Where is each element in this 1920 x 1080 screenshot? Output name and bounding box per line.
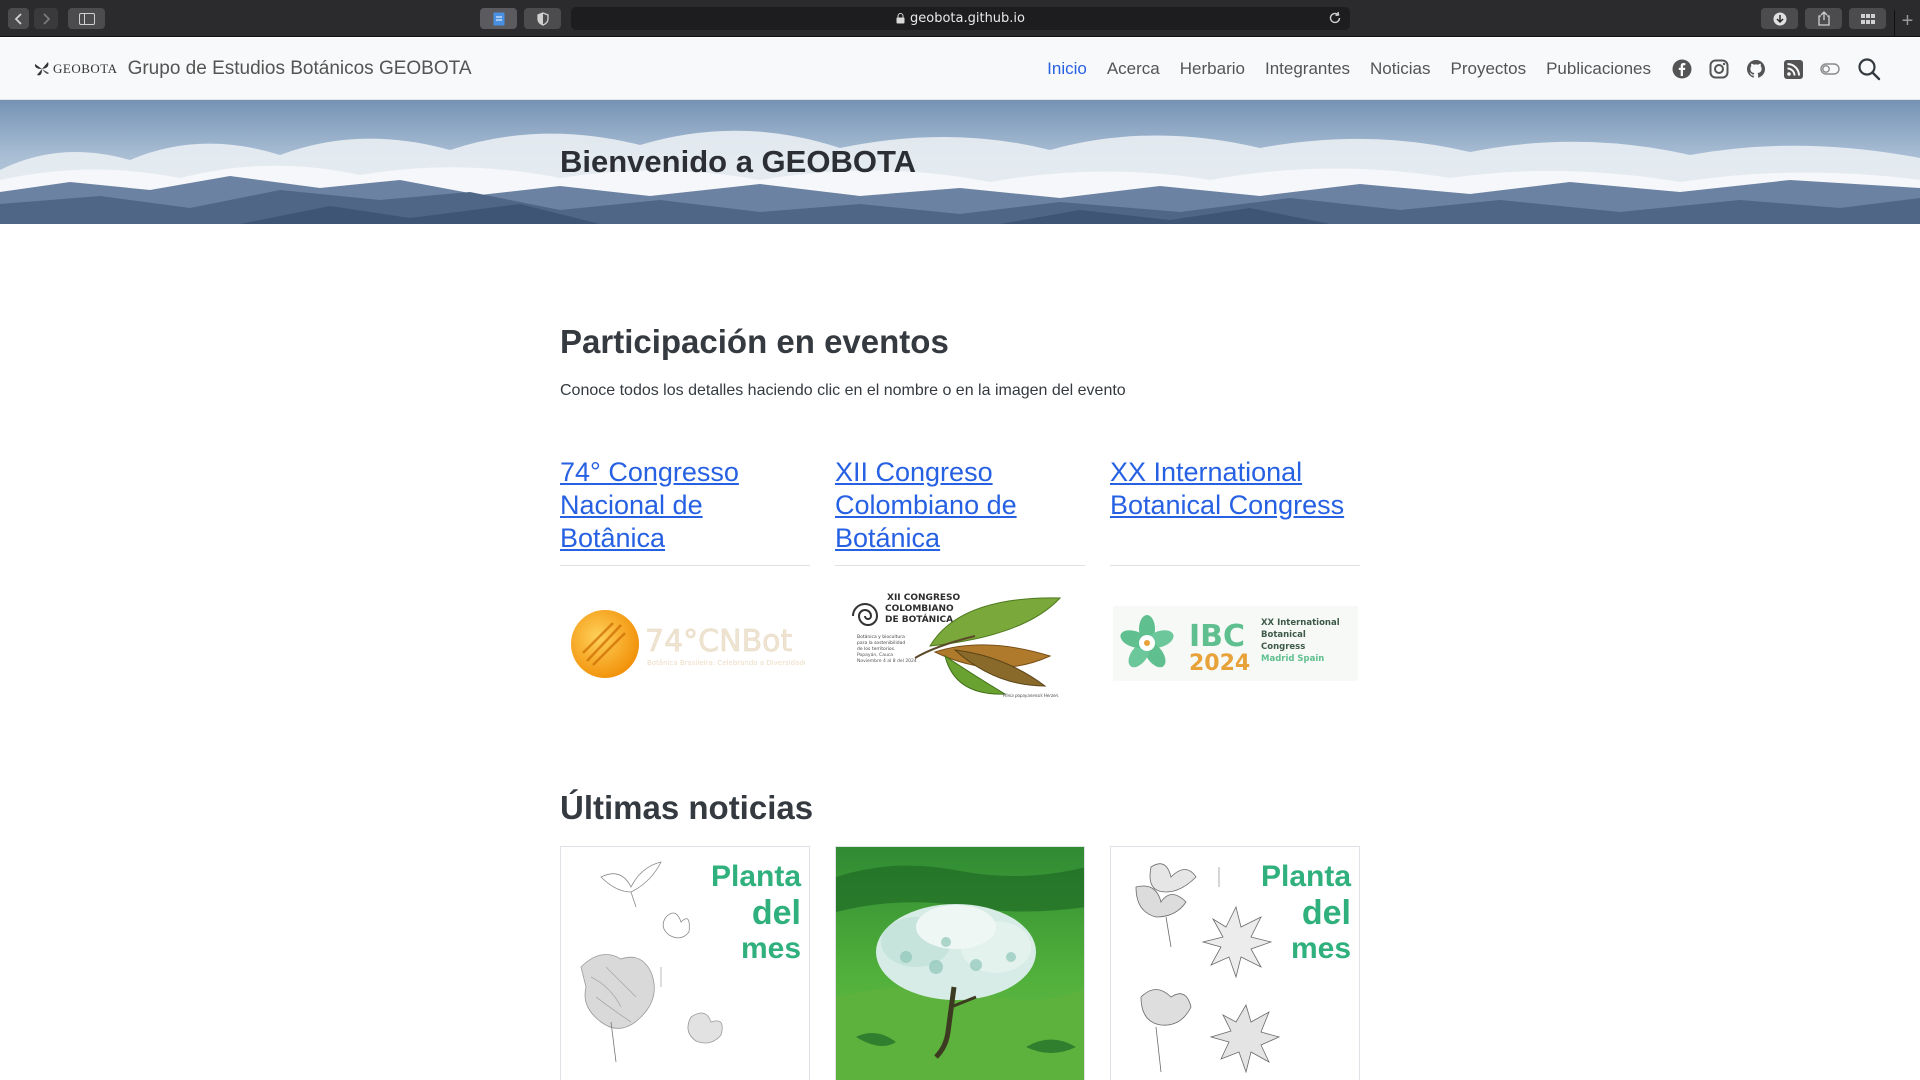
svg-text:Plinia popayanensis Herzen.: Plinia popayanensis Herzen. xyxy=(1003,693,1059,698)
svg-text:DE BOTÁNICA: DE BOTÁNICA xyxy=(885,613,953,625)
downloads-button[interactable] xyxy=(1761,8,1798,29)
hero-title: Bienvenido a GEOBOTA xyxy=(560,144,916,179)
search-icon[interactable] xyxy=(1856,56,1882,82)
chevron-left-icon xyxy=(14,12,22,25)
nav-link-acerca[interactable]: Acerca xyxy=(1107,59,1160,79)
github-icon[interactable] xyxy=(1745,58,1767,80)
event-card: XX International Botanical Congress IBC … xyxy=(1110,456,1360,681)
privacy-button[interactable] xyxy=(524,8,561,29)
svg-text:Congress: Congress xyxy=(1261,642,1305,652)
hero-banner: Bienvenido a GEOBOTA xyxy=(0,100,1920,224)
page-icon xyxy=(493,12,504,25)
svg-text:IBC: IBC xyxy=(1189,619,1245,654)
event-card: XII Congreso Colombiano de Botánica XII … xyxy=(835,456,1085,698)
events-description: Conoce todos los detalles haciendo clic … xyxy=(560,382,1126,399)
news-section-title: Últimas noticias xyxy=(560,789,814,826)
download-icon xyxy=(1773,12,1786,25)
brand-logo-text: GEOBOTA xyxy=(53,61,118,76)
geobota-logo[interactable]: GEOBOTA xyxy=(33,60,118,78)
rss-icon[interactable] xyxy=(1782,58,1804,80)
site-navbar: GEOBOTA Grupo de Estudios Botánicos GEOB… xyxy=(0,38,1920,100)
news-card[interactable]: Planta del mes xyxy=(1110,846,1360,1080)
svg-text:Botanical: Botanical xyxy=(1261,630,1306,640)
reload-icon[interactable] xyxy=(1328,11,1342,25)
event-image-ibc[interactable]: IBC 2024 XX International Botanical Cong… xyxy=(1110,586,1360,701)
address-bar[interactable]: geobota.github.io xyxy=(571,7,1350,30)
svg-text:Botánica y biocultura: Botánica y biocultura xyxy=(857,633,905,640)
svg-text:COLOMBIANO: COLOMBIANO xyxy=(885,604,954,614)
facebook-icon[interactable] xyxy=(1671,58,1693,80)
planta-del-mes-label: Planta del mes xyxy=(1261,859,1351,967)
nav-link-proyectos[interactable]: Proyectos xyxy=(1451,59,1527,79)
plant-logo-icon xyxy=(34,62,49,76)
nav-link-noticias[interactable]: Noticias xyxy=(1370,59,1430,79)
nav-link-herbario[interactable]: Herbario xyxy=(1180,59,1245,79)
url-text: geobota.github.io xyxy=(910,11,1025,26)
browser-toolbar: geobota.github.io + xyxy=(0,0,1920,37)
planta-label-line: del xyxy=(1301,894,1351,932)
svg-text:Popayán, Cauca: Popayán, Cauca xyxy=(857,651,893,658)
event-link-cnbot[interactable]: 74° Congresso Nacional de Botânica xyxy=(560,456,810,566)
tab-overview-button[interactable] xyxy=(1849,8,1886,29)
brand[interactable]: GEOBOTA Grupo de Estudios Botánicos GEOB… xyxy=(33,38,472,100)
planta-label-line: Planta xyxy=(1260,860,1351,893)
grid-icon xyxy=(1860,13,1875,24)
share-button[interactable] xyxy=(1805,8,1842,29)
mountains-clouds-image xyxy=(0,100,1920,224)
svg-text:Madrid Spain: Madrid Spain xyxy=(1261,654,1324,664)
news-card[interactable] xyxy=(835,846,1085,1080)
event-image-cnbot[interactable]: 74°CNBot Botânica Brasileira: Celebrando… xyxy=(560,586,810,701)
forward-button[interactable] xyxy=(34,8,58,29)
new-tab-button[interactable]: + xyxy=(1894,10,1920,37)
svg-text:2024: 2024 xyxy=(1189,651,1250,676)
cnbot-logo-text: 74°CNBot xyxy=(645,624,792,659)
nav-link-publicaciones[interactable]: Publicaciones xyxy=(1546,59,1651,79)
nav-link-inicio[interactable]: Inicio xyxy=(1047,59,1087,79)
events-section-title: Participación en eventos xyxy=(560,323,949,360)
news-card[interactable]: Planta del mes xyxy=(560,846,810,1080)
planta-label-line: mes xyxy=(1290,932,1351,965)
site-title[interactable]: Grupo de Estudios Botánicos GEOBOTA xyxy=(128,58,472,80)
main-nav: Inicio Acerca Herbario Integrantes Notic… xyxy=(1047,38,1920,100)
planta-label-line: mes xyxy=(740,932,801,965)
shield-icon xyxy=(536,11,549,26)
reader-button[interactable] xyxy=(480,8,517,29)
planta-label-line: del xyxy=(751,894,801,932)
theme-toggle-icon[interactable] xyxy=(1819,58,1841,80)
svg-text:Noviembre 4 al 8 del 2024: Noviembre 4 al 8 del 2024 xyxy=(857,658,917,664)
sidebar-icon xyxy=(78,12,95,25)
event-card: 74° Congresso Nacional de Botânica 74°CN… xyxy=(560,456,810,678)
svg-text:XX International: XX International xyxy=(1261,618,1340,628)
flowering-tree-photo xyxy=(836,847,1084,1080)
chevron-right-icon xyxy=(43,12,51,25)
svg-text:para la sostenibilidad: para la sostenibilidad xyxy=(857,640,905,646)
back-button[interactable] xyxy=(8,8,29,29)
planta-del-mes-label: Planta del mes xyxy=(711,859,801,967)
share-icon xyxy=(1817,11,1830,26)
event-image-ccb[interactable]: XII CONGRESO COLOMBIANO DE BOTÁNICA Botá… xyxy=(835,586,1085,701)
svg-text:de los territorios.: de los territorios. xyxy=(857,646,895,652)
planta-label-line: Planta xyxy=(710,860,801,893)
nav-link-integrantes[interactable]: Integrantes xyxy=(1265,59,1350,79)
lock-icon xyxy=(896,13,905,24)
instagram-icon[interactable] xyxy=(1708,58,1730,80)
cnbot-logo-subtext: Botânica Brasileira: Celebrando a Divers… xyxy=(647,659,805,667)
event-link-ccb[interactable]: XII Congreso Colombiano de Botánica xyxy=(835,456,1085,566)
event-link-ibc[interactable]: XX International Botanical Congress xyxy=(1110,456,1360,566)
svg-text:XII CONGRESO: XII CONGRESO xyxy=(887,593,961,603)
sidebar-toggle-button[interactable] xyxy=(68,8,105,29)
